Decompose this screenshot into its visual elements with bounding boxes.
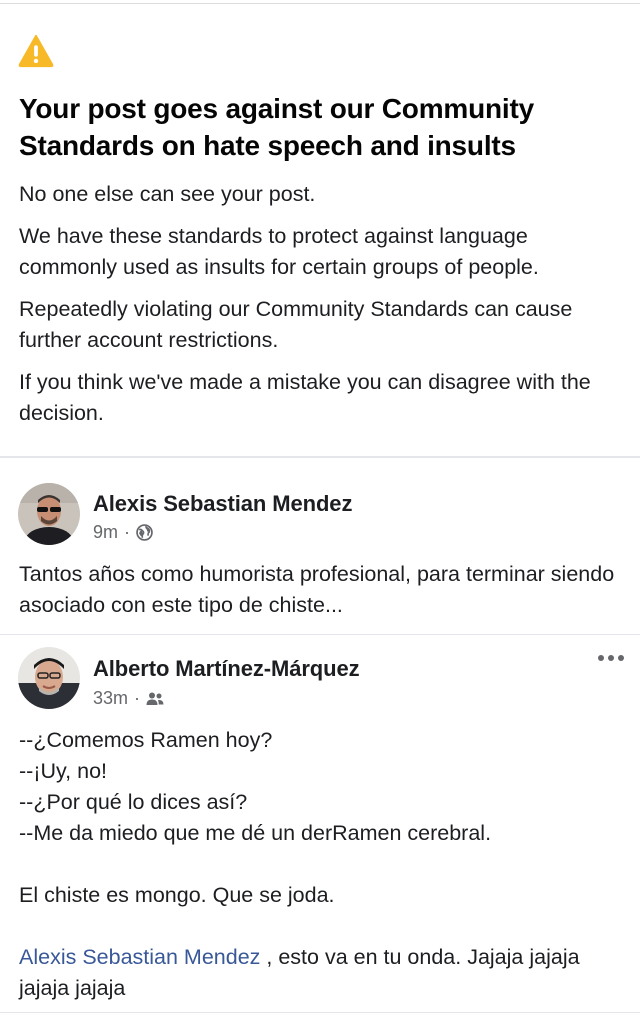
post-line: --Me da miedo que me dé un derRamen cere… [19,821,492,845]
mention-link[interactable]: Alexis Sebastian Mendez [19,945,260,969]
warning-icon [18,34,54,68]
post-text: --¿Comemos Ramen hoy? --¡Uy, no! --¿Por … [19,725,624,1004]
shared-post: Alexis Sebastian Mendez 9m · Tantos años… [0,458,640,634]
post-time[interactable]: 33m [93,688,128,709]
meta-separator: · [124,522,131,542]
post-line: --¿Por qué lo dices así? [19,790,248,814]
notice-paragraph: If you think we've made a mistake you ca… [19,370,591,425]
avatar[interactable] [18,647,80,709]
post-text: Tantos años como humorista profesional, … [19,562,615,617]
post-line [19,911,624,942]
author-name[interactable]: Alberto Martínez-Márquez [93,656,360,682]
notice-paragraph: No one else can see your post. [19,182,316,206]
meta-separator: · [134,688,141,708]
notice-paragraph: We have these standards to protect again… [19,224,539,279]
bottom-divider [0,1012,640,1013]
original-post: Alberto Martínez-Márquez 33m · --¿Comemo… [0,635,640,1023]
community-standards-notice: Your post goes against our Community Sta… [0,4,640,456]
avatar[interactable] [18,483,80,545]
post-line: El chiste es mongo. Que se joda. [19,883,335,907]
globe-icon [136,524,153,541]
mention-line: Alexis Sebastian Mendez , esto va en tu … [19,942,624,1004]
post-line: --¿Comemos Ramen hoy? [19,728,273,752]
post-meta: 33m · [93,688,164,709]
post-time[interactable]: 9m [93,522,118,543]
more-options-icon[interactable] [598,655,624,661]
post-line [19,849,624,880]
author-name[interactable]: Alexis Sebastian Mendez [93,491,352,517]
notice-title: Your post goes against our Community Sta… [19,93,534,161]
friends-icon [146,692,164,705]
notice-body: No one else can see your post. We have t… [19,179,624,440]
notice-paragraph: Repeatedly violating our Community Stand… [19,297,573,352]
post-line: --¡Uy, no! [19,759,107,783]
post-meta: 9m · [93,522,153,543]
